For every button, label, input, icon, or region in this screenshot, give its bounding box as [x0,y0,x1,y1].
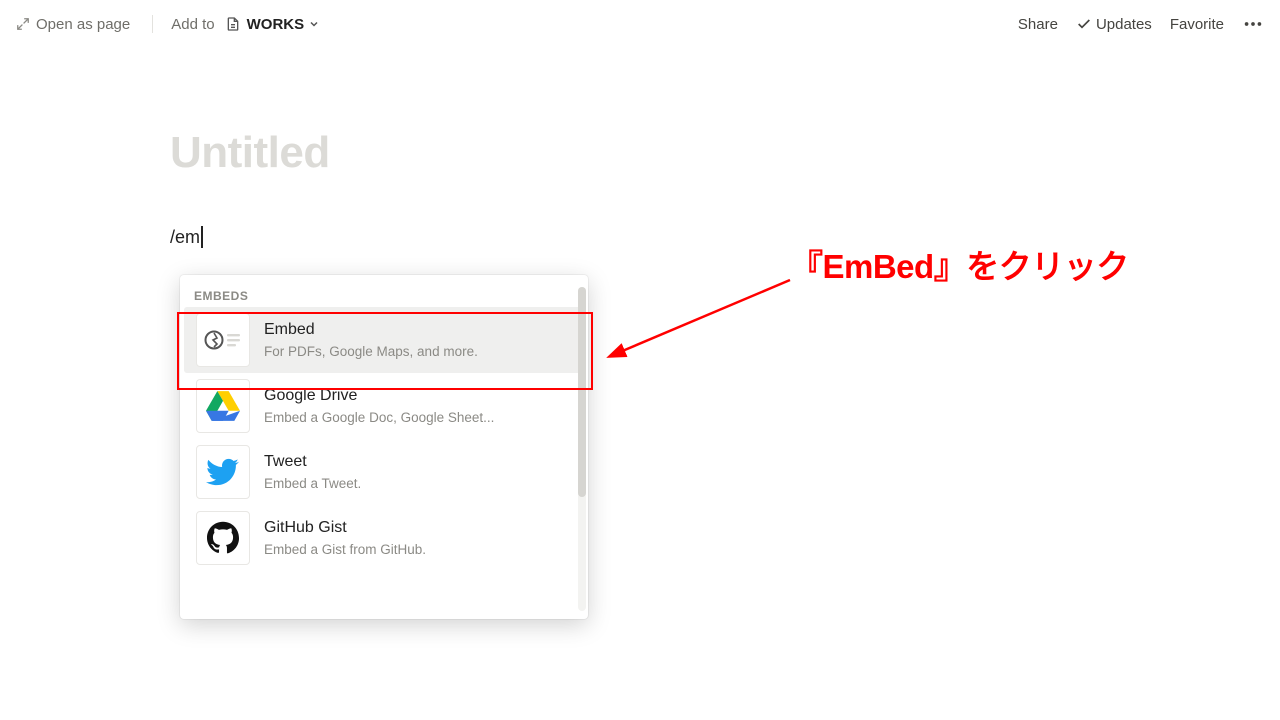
more-icon [1242,13,1264,35]
open-as-page-button[interactable]: Open as page [16,16,130,33]
twitter-icon [196,445,250,499]
slash-command-text: /em [170,227,200,248]
slash-menu-popup: EMBEDS Embed For PDFs, Google Maps, and … [180,275,588,619]
add-to-button[interactable]: Add to WORKS [171,16,320,33]
menu-item-tweet[interactable]: Tweet Embed a Tweet. [184,439,584,505]
text-caret [201,226,203,248]
updates-button[interactable]: Updates [1076,16,1152,33]
popup-scrollbar-thumb[interactable] [578,287,586,497]
page-icon [225,16,241,32]
menu-item-google-drive[interactable]: Google Drive Embed a Google Doc, Google … [184,373,584,439]
favorite-button[interactable]: Favorite [1170,16,1224,33]
topbar: Open as page Add to WORKS Share [0,0,1280,48]
menu-item-embed[interactable]: Embed For PDFs, Google Maps, and more. [184,307,584,373]
menu-item-title: GitHub Gist [264,518,426,539]
menu-item-title: Tweet [264,452,361,473]
check-icon [1076,16,1092,32]
favorite-label: Favorite [1170,16,1224,33]
expand-icon [16,17,30,31]
menu-item-desc: Embed a Tweet. [264,475,361,493]
menu-item-desc: For PDFs, Google Maps, and more. [264,343,478,361]
annotation-text: 『EmBed』をクリック [790,240,1129,288]
add-to-label: Add to [171,16,214,33]
github-icon [196,511,250,565]
menu-item-title: Embed [264,320,478,341]
popup-section-label: EMBEDS [180,281,588,307]
breadcrumb-page-label: WORKS [247,16,305,33]
open-as-page-label: Open as page [36,16,130,33]
topbar-divider [152,15,153,33]
menu-item-desc: Embed a Gist from GitHub. [264,541,426,559]
embed-icon [196,313,250,367]
page-body: Untitled /em [0,48,1280,248]
chevron-down-icon [308,18,320,30]
topbar-right: Share Updates Favorite [1018,13,1264,35]
share-label: Share [1018,16,1058,33]
topbar-left: Open as page Add to WORKS [16,15,320,33]
breadcrumb-page[interactable]: WORKS [247,16,321,33]
menu-item-title: Google Drive [264,386,494,407]
menu-item-github-gist[interactable]: GitHub Gist Embed a Gist from GitHub. [184,505,584,571]
more-button[interactable] [1242,13,1264,35]
menu-item-desc: Embed a Google Doc, Google Sheet... [264,409,494,427]
annotation-arrow [600,270,820,390]
page-title-placeholder[interactable]: Untitled [170,128,1110,178]
google-drive-icon [196,379,250,433]
share-button[interactable]: Share [1018,16,1058,33]
updates-label: Updates [1096,16,1152,33]
